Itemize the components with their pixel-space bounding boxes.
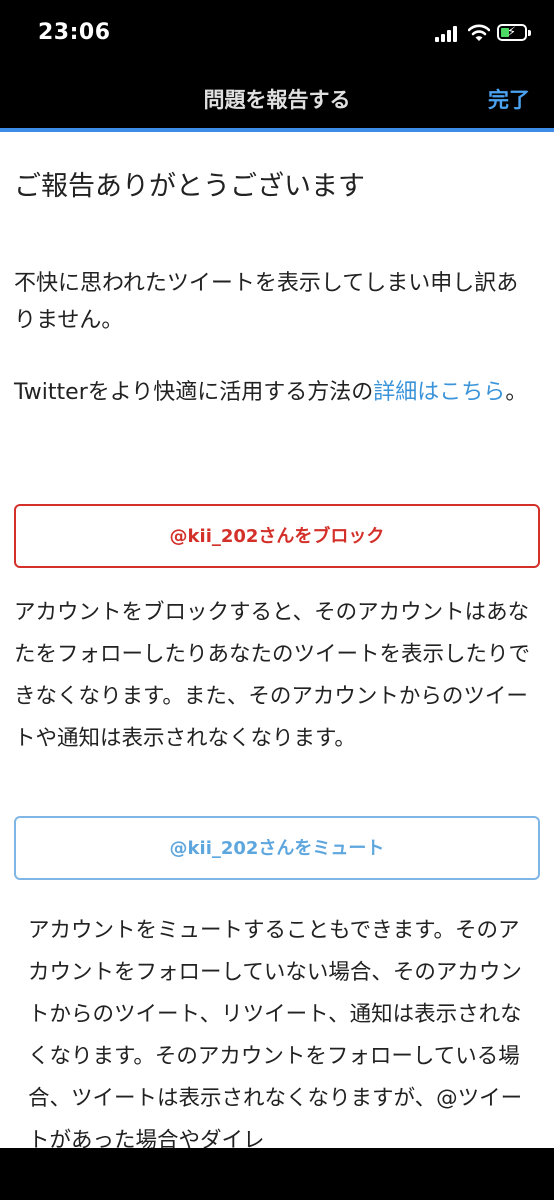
report-content[interactable]: ご報告ありがとうございます 不快に思われたツイートを表示してしまい申し訳ありませ… <box>0 132 554 1148</box>
page-title: 問題を報告する <box>203 88 351 112</box>
done-button[interactable]: 完了 <box>488 84 530 114</box>
learn-suffix: 。 <box>505 380 528 405</box>
status-bar: 23:06 ⚡ <box>0 0 554 70</box>
learn-more-link[interactable]: 詳細はこちら <box>373 380 505 405</box>
battery-cap <box>528 30 531 36</box>
wifi-icon <box>468 24 490 41</box>
block-user-button[interactable]: @kii_202さんをブロック <box>14 504 540 568</box>
battery-charging-icon: ⚡ <box>497 24 527 41</box>
signal-icon <box>435 26 461 42</box>
block-description: アカウントをブロックすると、そのアカウントはあなたをフォローしたりあなたのツイー… <box>14 600 531 751</box>
nav-bar: 問題を報告する 完了 <box>0 70 554 128</box>
status-time: 23:06 <box>38 20 111 45</box>
thanks-heading: ご報告ありがとうございます <box>14 171 365 202</box>
learn-more-text: Twitterをより快適に活用する方法の詳細はこちら。 <box>14 374 540 411</box>
learn-prefix: Twitterをより快適に活用する方法の <box>14 380 374 405</box>
bottom-bar <box>0 1148 554 1200</box>
mute-description: アカウントをミュートすることもできます。そのアカウントをフォローしていない場合、… <box>28 918 523 1148</box>
apology-text: 不快に思われたツイートを表示してしまい申し訳ありません。 <box>14 271 519 333</box>
mute-user-button[interactable]: @kii_202さんをミュート <box>14 816 540 880</box>
